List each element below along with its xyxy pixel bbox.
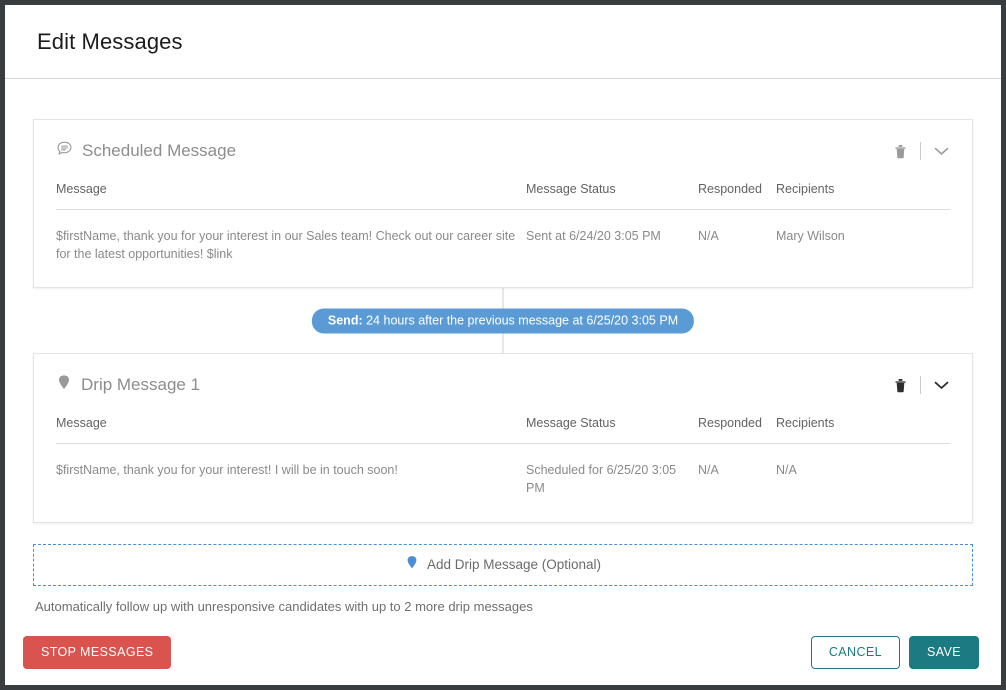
page-title: Edit Messages bbox=[37, 28, 183, 54]
drip-drop-icon bbox=[56, 374, 72, 396]
action-divider bbox=[920, 142, 921, 160]
cancel-button[interactable]: CANCEL bbox=[810, 635, 900, 669]
drip-message-table: Message Message Status Responded Recipie… bbox=[56, 416, 950, 521]
scheduled-message-table: Message Message Status Responded Recipie… bbox=[56, 182, 950, 287]
table-row: $firstName, thank you for your interest … bbox=[56, 210, 950, 288]
scheduled-message-actions bbox=[891, 141, 950, 161]
modal-header: Edit Messages bbox=[5, 5, 1001, 79]
column-header-responded: Responded bbox=[698, 182, 776, 210]
column-header-status: Message Status bbox=[526, 416, 698, 445]
cell-recipients: N/A bbox=[776, 463, 797, 478]
drip-message-title-group: Drip Message 1 bbox=[56, 374, 200, 396]
scheduled-message-title: Scheduled Message bbox=[82, 141, 237, 160]
save-button[interactable]: SAVE bbox=[908, 635, 979, 669]
drip-message-title: Drip Message 1 bbox=[81, 375, 201, 395]
column-header-status: Message Status bbox=[526, 182, 698, 210]
table-row: $firstName, thank you for your interest!… bbox=[56, 444, 950, 522]
cell-responded: N/A bbox=[698, 463, 719, 478]
schedule-connector: Send: 24 hours after the previous messag… bbox=[33, 288, 973, 354]
chevron-down-icon[interactable] bbox=[932, 141, 950, 161]
cell-recipients: Mary Wilson bbox=[776, 229, 845, 243]
drip-helper-text: Automatically follow up with unresponsiv… bbox=[35, 598, 533, 614]
modal-body: Scheduled Message Message Message Status… bbox=[5, 79, 1001, 619]
column-header-message: Message bbox=[56, 416, 526, 445]
footer-actions: CANCEL SAVE bbox=[810, 635, 979, 669]
send-badge-label: Send: bbox=[327, 313, 363, 328]
cell-message: $firstName, thank you for your interest!… bbox=[56, 463, 398, 478]
add-drip-message-button[interactable]: Add Drip Message (Optional) bbox=[33, 543, 973, 586]
scheduled-message-title-group: Scheduled Message bbox=[56, 140, 236, 162]
drip-drop-icon bbox=[405, 555, 419, 575]
drip-message-card: Drip Message 1 Message Message Status Re… bbox=[33, 353, 973, 523]
drip-message-actions bbox=[891, 375, 950, 395]
stop-messages-button[interactable]: STOP MESSAGES bbox=[23, 635, 172, 669]
table-header-row: Message Message Status Responded Recipie… bbox=[56, 416, 950, 445]
trash-icon[interactable] bbox=[891, 375, 909, 395]
add-drip-message-label: Add Drip Message (Optional) bbox=[426, 557, 602, 572]
scheduled-message-header: Scheduled Message bbox=[56, 120, 950, 182]
cell-status: Scheduled for 6/25/20 3:05 PM bbox=[526, 463, 677, 496]
scheduled-message-card: Scheduled Message Message Message Status… bbox=[33, 119, 973, 289]
action-divider bbox=[920, 376, 921, 395]
cell-message: $firstName, thank you for your interest … bbox=[56, 229, 516, 262]
column-header-recipients: Recipients bbox=[776, 416, 950, 445]
modal-footer: STOP MESSAGES CANCEL SAVE bbox=[5, 619, 1001, 685]
column-header-recipients: Recipients bbox=[776, 182, 950, 210]
cell-status: Sent at 6/24/20 3:05 PM bbox=[526, 229, 661, 243]
table-header-row: Message Message Status Responded Recipie… bbox=[56, 182, 950, 210]
trash-icon[interactable] bbox=[891, 141, 909, 161]
edit-messages-modal: Edit Messages Scheduled Message Message … bbox=[5, 5, 1001, 685]
column-header-responded: Responded bbox=[698, 416, 776, 445]
chevron-down-icon[interactable] bbox=[932, 375, 950, 395]
column-header-message: Message bbox=[56, 182, 526, 210]
speech-bubble-icon bbox=[56, 140, 73, 162]
send-badge-detail: 24 hours after the previous message at 6… bbox=[366, 313, 679, 328]
cell-responded: N/A bbox=[698, 229, 719, 243]
send-schedule-badge: Send: 24 hours after the previous messag… bbox=[311, 308, 695, 334]
drip-message-header: Drip Message 1 bbox=[56, 354, 950, 416]
